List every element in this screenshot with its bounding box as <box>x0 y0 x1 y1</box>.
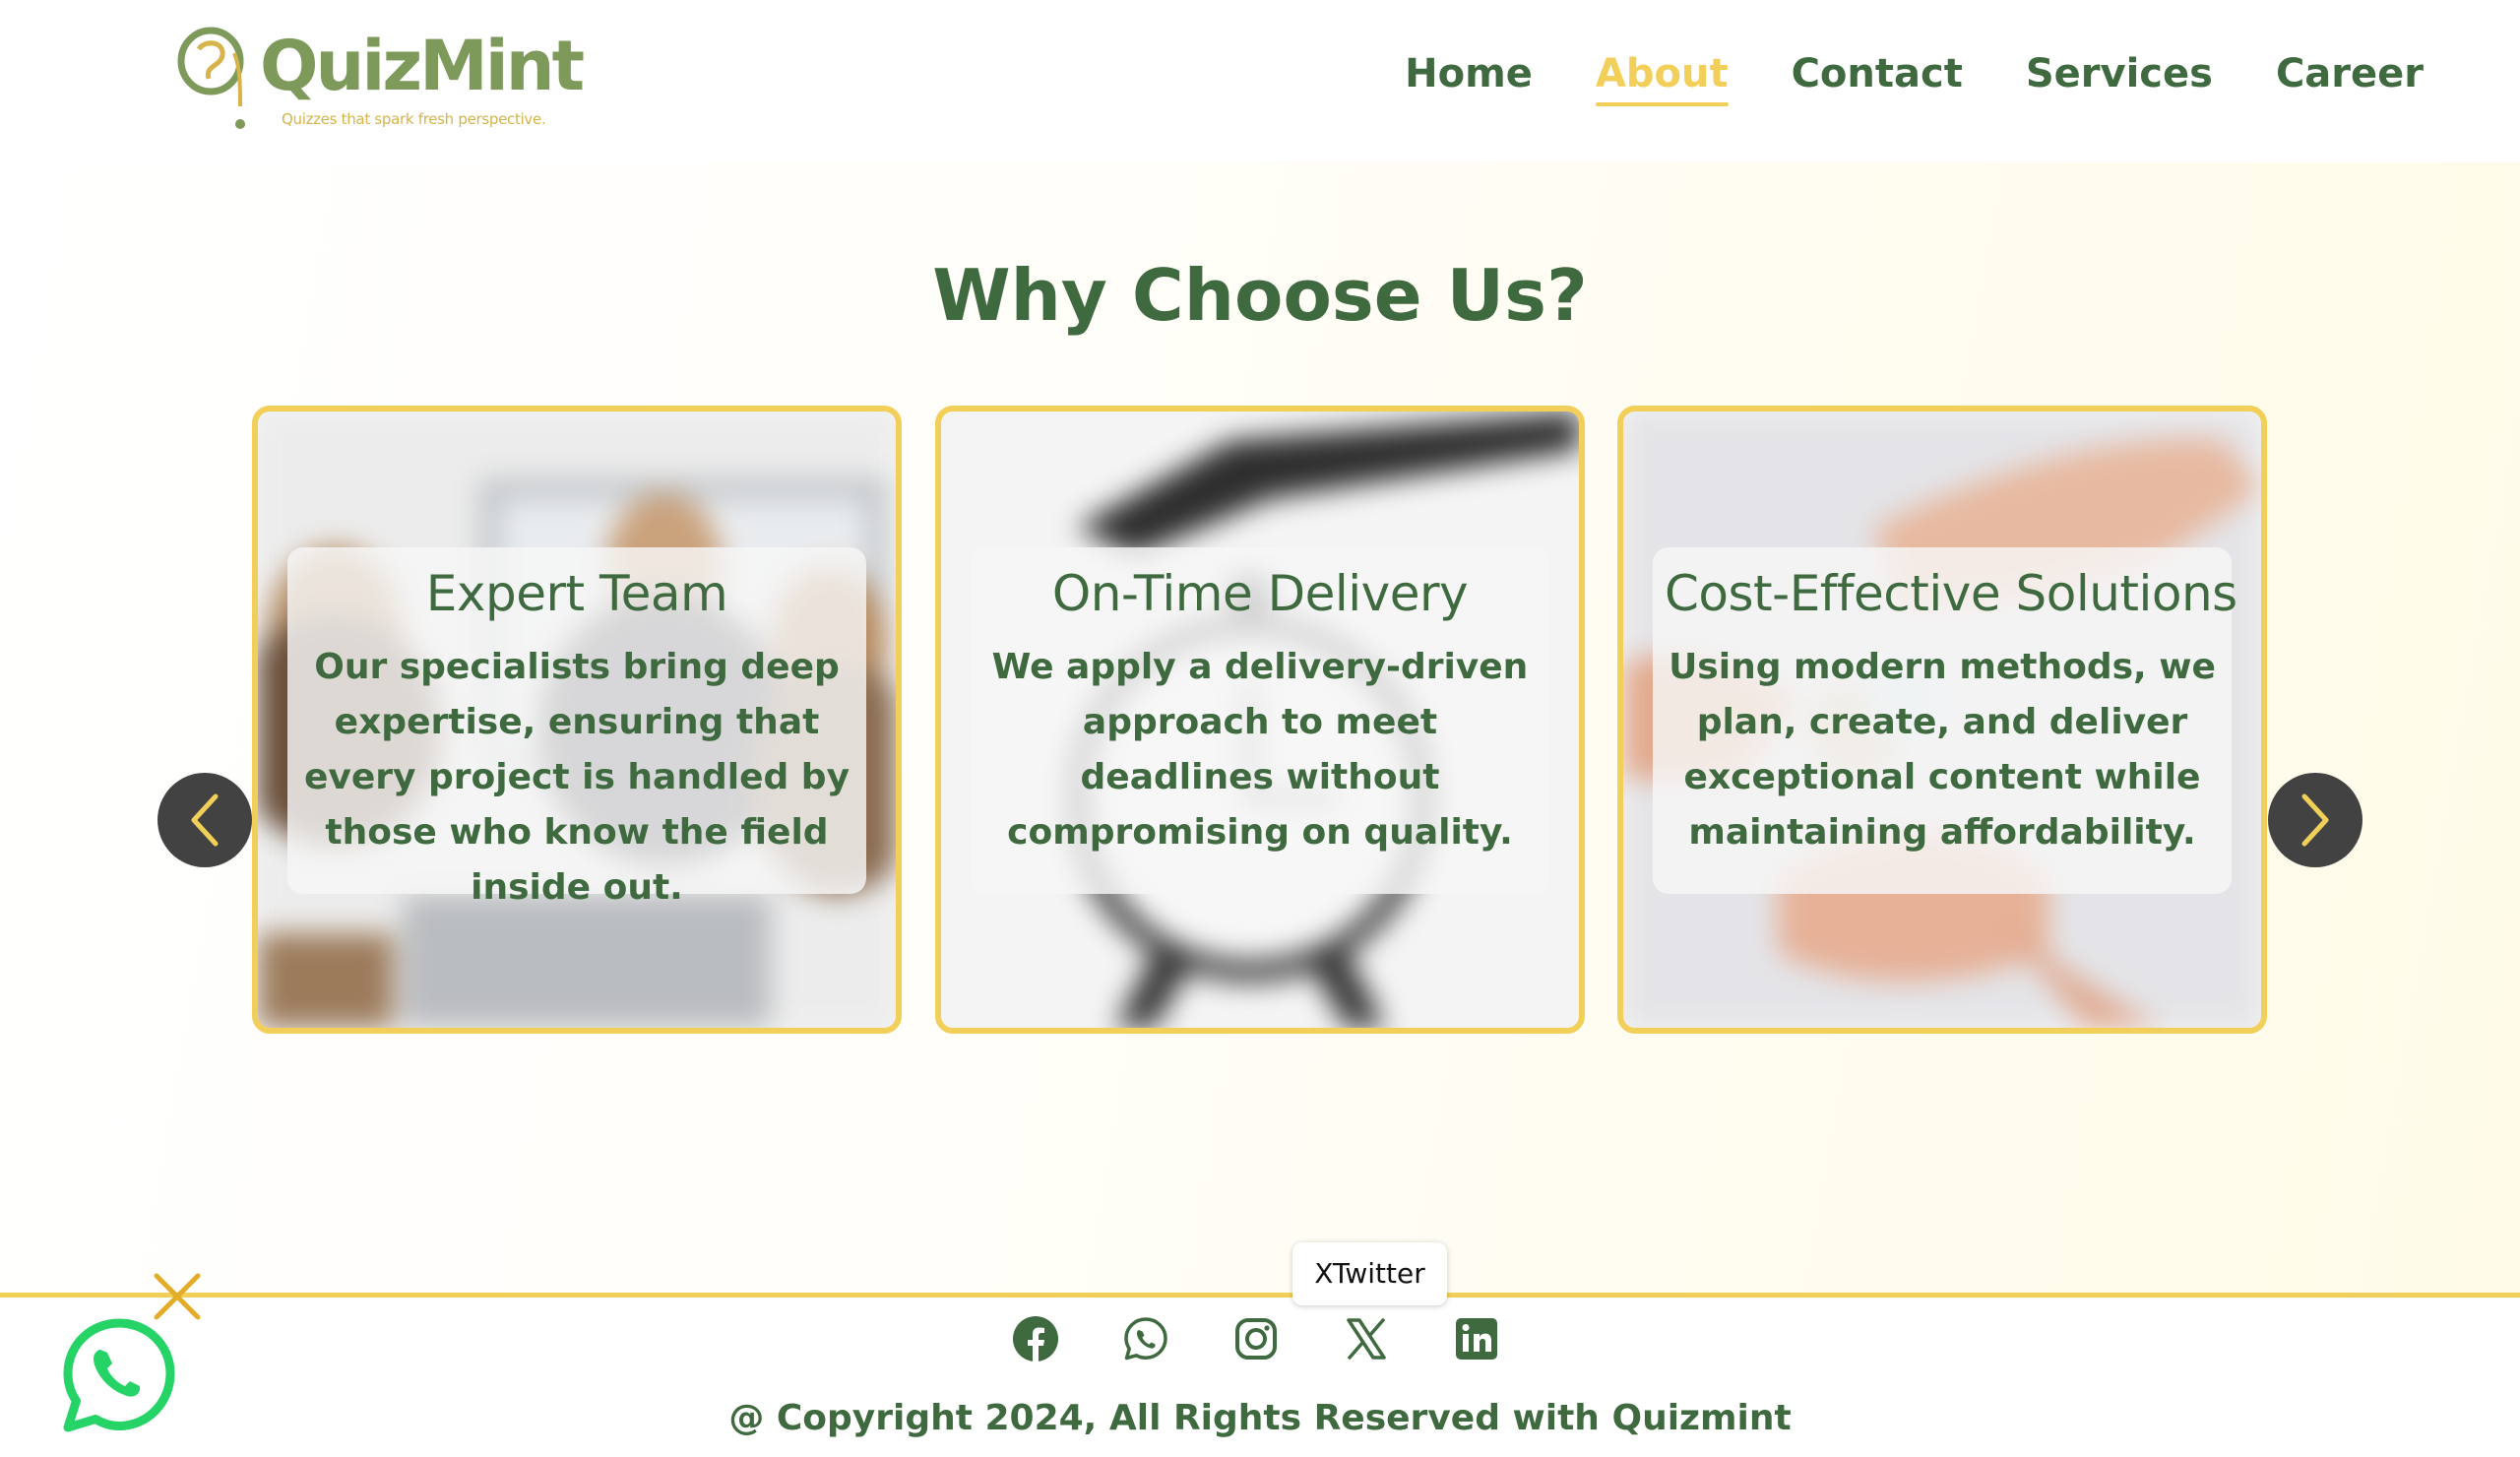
feature-card-on-time-delivery: On-Time Delivery We apply a delivery-dri… <box>935 406 1585 1034</box>
section-title: Why Choose Us? <box>932 254 1588 337</box>
whatsapp-icon[interactable] <box>1122 1315 1169 1362</box>
chevron-right-icon <box>2301 793 2329 847</box>
carousel-prev-button[interactable] <box>158 773 252 867</box>
footer-divider <box>0 1293 2520 1298</box>
logo-tagline: Quizzes that spark fresh perspective. <box>282 110 546 128</box>
card-description: Our specialists bring deep expertise, en… <box>303 647 850 908</box>
feature-card-expert-team: Expert Team Our specialists bring deep e… <box>252 406 902 1034</box>
copyright-text: @ Copyright 2024, All Rights Reserved wi… <box>728 1398 1792 1438</box>
site-logo[interactable]: QuizMint Quizzes that spark fresh perspe… <box>175 18 585 134</box>
chevron-left-icon <box>191 793 219 847</box>
card-content: Expert Team Our specialists bring deep e… <box>287 547 866 908</box>
x-twitter-icon[interactable] <box>1343 1315 1390 1362</box>
card-content: On-Time Delivery We apply a delivery-dri… <box>971 547 1549 894</box>
instagram-icon[interactable] <box>1232 1315 1280 1362</box>
social-links <box>1012 1311 1500 1366</box>
main-nav: Home About Contact Services Career <box>1405 47 2424 106</box>
carousel-next-button[interactable] <box>2268 773 2362 867</box>
nav-item-contact[interactable]: Contact <box>1792 51 1963 102</box>
card-title: Expert Team <box>425 565 728 622</box>
nav-item-home[interactable]: Home <box>1405 51 1533 102</box>
linkedin-icon[interactable] <box>1453 1315 1500 1362</box>
logo-text: QuizMint <box>260 26 585 106</box>
close-icon[interactable] <box>151 1270 204 1323</box>
card-title: On-Time Delivery <box>1051 565 1469 622</box>
logo-mark-icon <box>177 27 245 129</box>
card-description: We apply a delivery-driven approach to m… <box>991 647 1529 853</box>
site-header: QuizMint Quizzes that spark fresh perspe… <box>0 0 2520 162</box>
whatsapp-chat-button[interactable] <box>61 1317 177 1433</box>
nav-item-career[interactable]: Career <box>2276 51 2424 102</box>
nav-item-about[interactable]: About <box>1595 51 1729 106</box>
nav-item-services[interactable]: Services <box>2026 51 2213 102</box>
card-content: Cost-Effective Solutions Using modern me… <box>1653 547 2237 894</box>
feature-card-cost-effective: Cost-Effective Solutions Using modern me… <box>1617 406 2267 1034</box>
social-tooltip: XTwitter <box>1292 1242 1447 1305</box>
card-title: Cost-Effective Solutions <box>1665 565 2237 622</box>
card-description: Using modern methods, we plan, create, a… <box>1669 647 2216 853</box>
facebook-icon[interactable] <box>1012 1315 1059 1362</box>
